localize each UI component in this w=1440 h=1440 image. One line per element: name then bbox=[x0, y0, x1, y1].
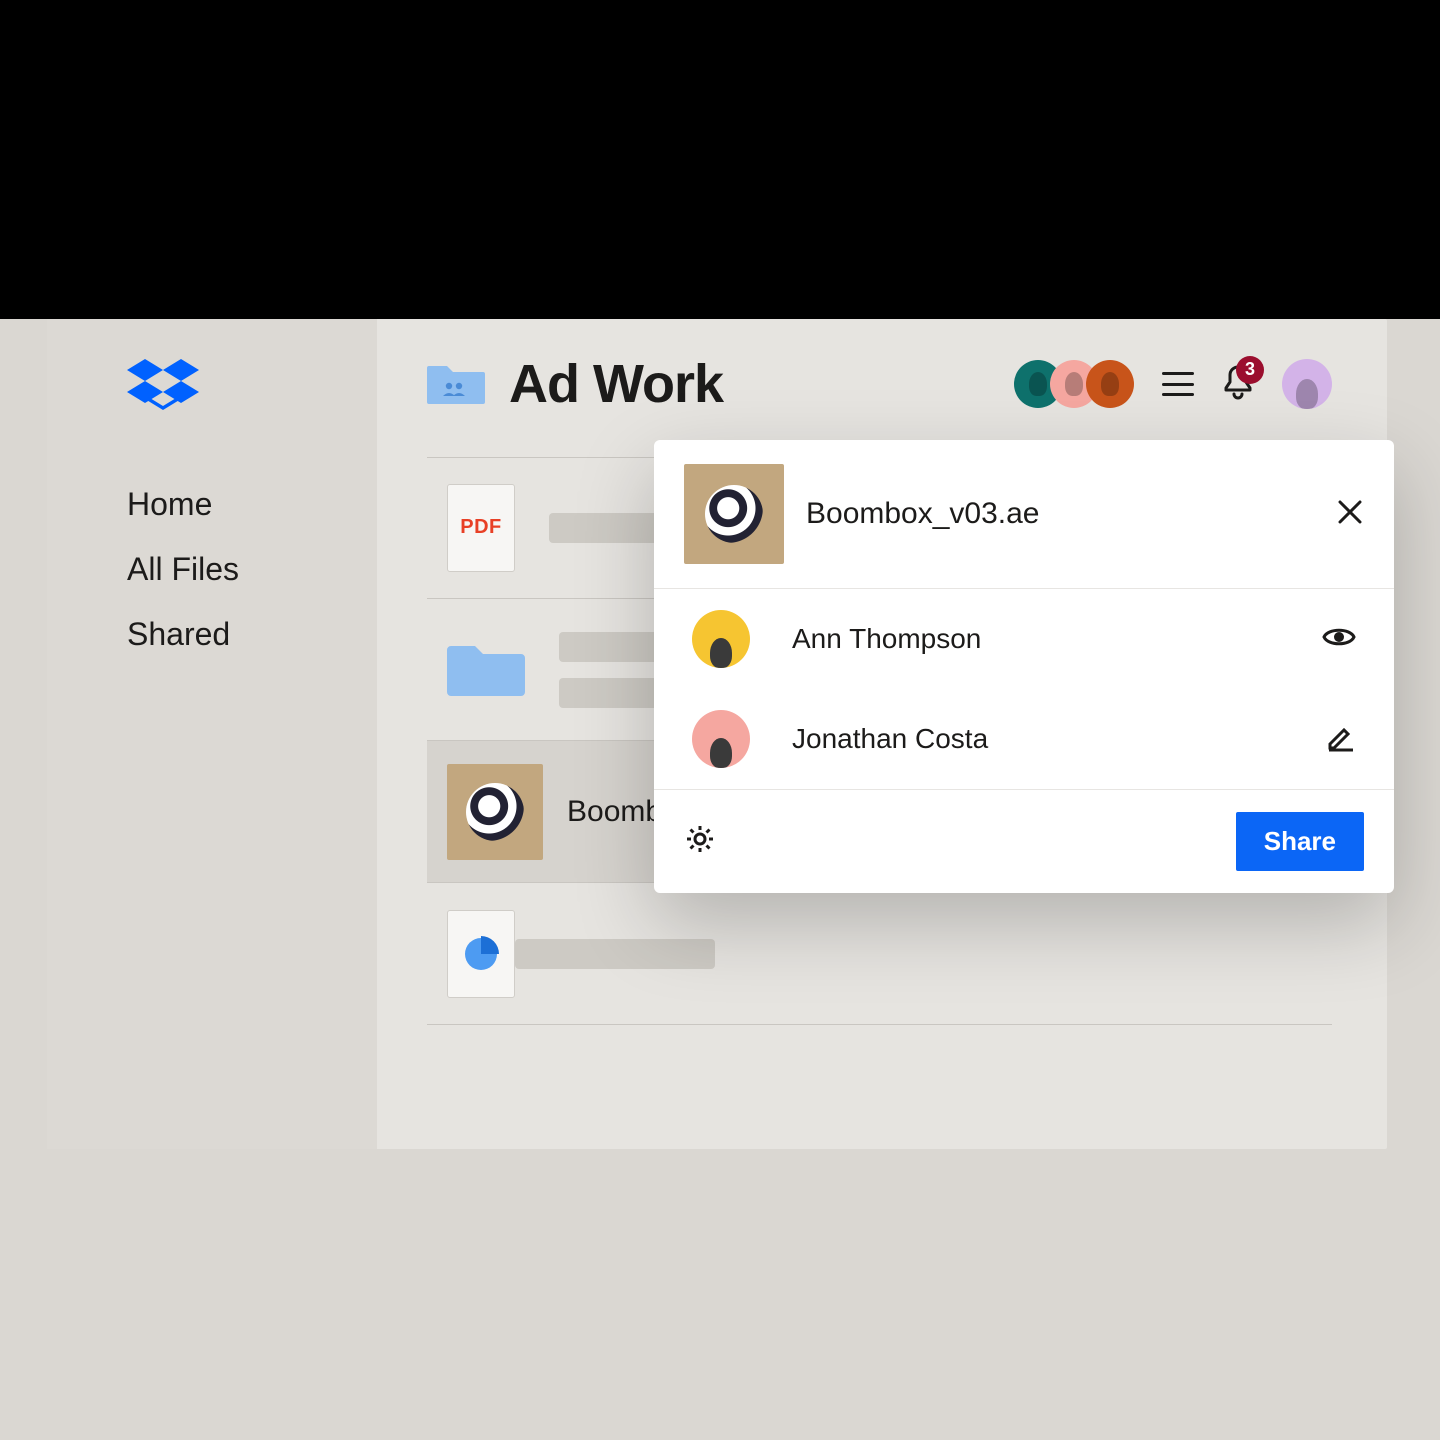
folder-icon bbox=[447, 640, 525, 700]
current-user-avatar[interactable] bbox=[1282, 359, 1332, 409]
image-thumbnail bbox=[447, 764, 543, 860]
avatar bbox=[692, 610, 750, 668]
top-black-bar bbox=[0, 0, 1440, 319]
share-modal: Boombox_v03.ae Ann Thompson Jonathan Cos… bbox=[654, 440, 1394, 893]
pencil-icon bbox=[1326, 722, 1356, 752]
sidebar-item-all-files[interactable]: All Files bbox=[127, 551, 377, 588]
notifications-button[interactable]: 3 bbox=[1222, 364, 1254, 405]
file-row-chart[interactable] bbox=[427, 883, 1332, 1025]
eye-icon bbox=[1322, 625, 1356, 649]
sidebar: Home All Files Shared bbox=[47, 319, 377, 1149]
dropbox-logo-icon[interactable] bbox=[127, 359, 377, 426]
filename-placeholder bbox=[515, 939, 715, 969]
close-button[interactable] bbox=[1336, 498, 1364, 531]
share-person-name: Jonathan Costa bbox=[792, 723, 988, 755]
share-person-row: Ann Thompson bbox=[654, 589, 1394, 689]
share-button[interactable]: Share bbox=[1236, 812, 1364, 871]
shared-folder-icon bbox=[427, 358, 485, 411]
collaborator-avatars[interactable] bbox=[1014, 360, 1134, 408]
share-modal-header: Boombox_v03.ae bbox=[654, 440, 1394, 589]
notification-badge: 3 bbox=[1236, 356, 1264, 384]
share-file-name: Boombox_v03.ae bbox=[806, 497, 1040, 531]
chart-file-icon bbox=[447, 910, 515, 998]
page-header: Ad Work 3 bbox=[427, 353, 1332, 415]
sidebar-item-home[interactable]: Home bbox=[127, 486, 377, 523]
share-settings-button[interactable] bbox=[684, 823, 716, 860]
share-file-thumbnail bbox=[684, 464, 784, 564]
share-person-row: Jonathan Costa bbox=[654, 689, 1394, 789]
permission-edit-button[interactable] bbox=[1326, 722, 1356, 757]
sidebar-item-shared[interactable]: Shared bbox=[127, 616, 377, 653]
close-icon bbox=[1336, 498, 1364, 526]
pdf-file-icon: PDF bbox=[447, 484, 515, 572]
gear-icon bbox=[684, 823, 716, 855]
page-title: Ad Work bbox=[509, 353, 723, 415]
menu-icon[interactable] bbox=[1162, 372, 1194, 396]
share-modal-footer: Share bbox=[654, 789, 1394, 893]
permission-view-button[interactable] bbox=[1322, 625, 1356, 654]
avatar bbox=[692, 710, 750, 768]
share-person-name: Ann Thompson bbox=[792, 623, 981, 655]
